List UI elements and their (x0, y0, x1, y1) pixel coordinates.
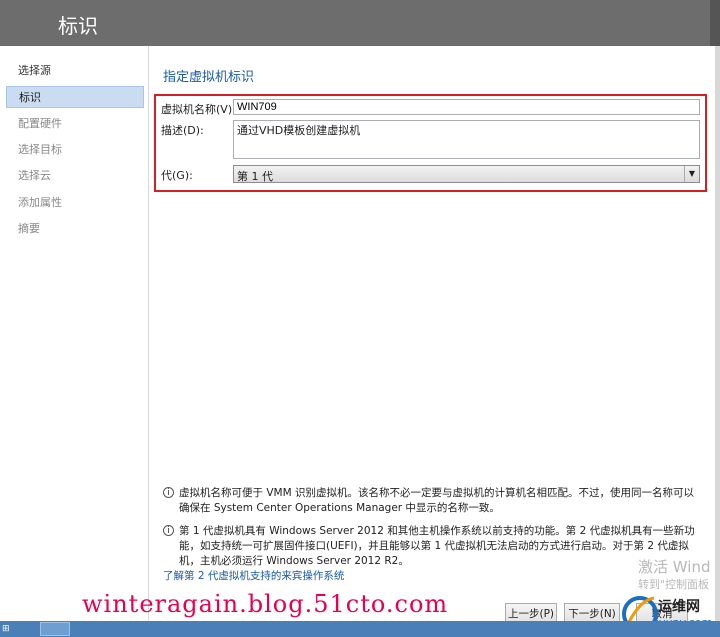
vm-name-input[interactable] (233, 99, 700, 115)
sidebar-item-summary[interactable]: 摘要 (6, 218, 144, 240)
title-bar-edge (710, 0, 720, 46)
description-label: 描述(D): (161, 124, 204, 137)
start-icon[interactable]: ⊞ (2, 623, 16, 635)
sidebar-item-select-destination[interactable]: 选择目标 (6, 139, 144, 161)
info-icon: i (163, 487, 174, 498)
logo-title: 运维网 (658, 599, 700, 615)
generation-select[interactable]: 第 1 代 ▼ (233, 165, 700, 183)
info-note-generation-text: 第 1 代虚拟机具有 Windows Server 2012 和其他主机操作系统… (179, 525, 695, 567)
title-bar: 标识 (0, 0, 720, 46)
chevron-down-icon[interactable]: ▼ (684, 166, 699, 182)
sidebar-item-select-source[interactable]: 选择源 (6, 60, 144, 82)
page-heading: 指定虚拟机标识 (163, 70, 255, 85)
info-icon: i (163, 525, 174, 536)
scrollbar[interactable] (715, 46, 720, 621)
taskbar: ⊞ (0, 621, 720, 637)
sidebar-item-select-cloud[interactable]: 选择云 (6, 165, 144, 187)
info-note-name: i 虚拟机名称可便于 VMM 识别虚拟机。该名称不必一定要与虚拟机的计算机名相匹… (163, 486, 703, 516)
taskbar-app-icon[interactable] (40, 622, 70, 636)
sidebar-item-identity[interactable]: 标识 (6, 86, 144, 108)
watermark-text: winteragain.blog.51cto.com (82, 590, 449, 618)
info-note-name-text: 虚拟机名称可便于 VMM 识别虚拟机。该名称不必一定要与虚拟机的计算机名相匹配。… (179, 487, 694, 514)
sidebar-item-add-properties[interactable]: 添加属性 (6, 192, 144, 214)
taskbar-app-icon[interactable] (96, 622, 126, 636)
generation-select-value: 第 1 代 (237, 170, 273, 183)
sidebar-item-configure-hardware[interactable]: 配置硬件 (6, 113, 144, 135)
generation-label: 代(G): (161, 169, 193, 182)
wizard-main-panel: 指定虚拟机标识 虚拟机名称(V): 描述(D): 通过VHD模板创建虚拟机 代(… (149, 46, 715, 621)
description-textarea[interactable]: 通过VHD模板创建虚拟机 (233, 120, 700, 159)
window-title: 标识 (58, 14, 98, 38)
activation-text: 激活 Wind (638, 558, 711, 576)
wizard-sidebar: 选择源 标识 配置硬件 选择目标 选择云 添加属性 摘要 (0, 46, 149, 621)
learn-more-link[interactable]: 了解第 2 代虚拟机支持的来宾操作系统 (163, 568, 344, 583)
info-note-generation: i 第 1 代虚拟机具有 Windows Server 2012 和其他主机操作… (163, 524, 703, 569)
vm-name-label: 虚拟机名称(V): (161, 103, 236, 116)
